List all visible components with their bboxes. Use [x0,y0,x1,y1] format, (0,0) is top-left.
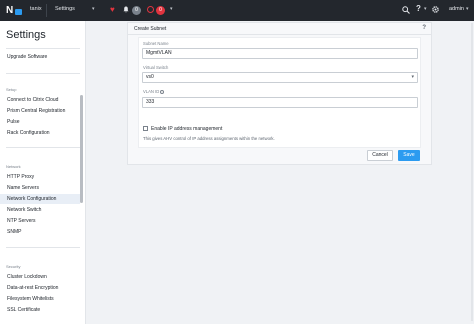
virtual-switch-label: Virtual Switch [143,65,169,70]
sidebar-item-pulse[interactable]: Pulse [0,117,80,127]
sidebar-divider [6,147,80,148]
vlan-id-label: VLAN ID [143,89,165,94]
nutanix-logo[interactable]: N [6,5,22,16]
sidebar-group-security: Security [6,264,21,269]
sidebar-divider [6,48,80,49]
gear-icon[interactable] [431,5,440,14]
save-button[interactable]: Save [398,150,420,161]
critical-count-badge[interactable]: 0 [156,6,165,15]
chevron-down-icon[interactable]: ▾ [424,6,427,12]
sidebar-item-snmp[interactable]: SNMP [0,227,80,237]
sidebar-item-ntp-servers[interactable]: NTP Servers [0,216,80,226]
cancel-button[interactable]: Cancel [367,150,393,161]
sidebar-item-prism-central-registration[interactable]: Prism Central Registration [0,106,80,116]
sidebar-item-network-configuration[interactable]: Network Configuration [0,194,80,204]
dialog-header: Create Subnet ? [128,23,431,35]
sidebar-item-filesystem-whitelists[interactable]: Filesystem Whitelists [0,294,80,304]
help-icon[interactable]: ? [416,4,421,13]
critical-alert-icon[interactable] [147,6,154,13]
dialog-footer: Cancel Save [128,148,431,164]
search-icon[interactable] [402,6,410,14]
topbar-divider [46,4,47,17]
sidebar-item-name-servers[interactable]: Name Servers [0,183,80,193]
sidebar-item-http-proxy[interactable]: HTTP Proxy [0,172,80,182]
sidebar-item-connect-citrix-cloud[interactable]: Connect to Citrix Cloud [0,95,80,105]
sidebar-group-setup: Setup [6,87,17,92]
chevron-down-icon[interactable]: ▾ [466,6,469,12]
main-scrollbar[interactable] [471,23,473,321]
info-icon[interactable] [160,89,165,94]
sidebar-item-rack-configuration[interactable]: Rack Configuration [0,128,80,138]
create-subnet-dialog: Create Subnet ? Subnet Name MgmtVLAN Vir… [127,22,432,165]
sidebar-scrollbar[interactable] [80,95,83,203]
chevron-down-icon: ▾ [411,74,414,80]
sidebar-item-ssl-certificate[interactable]: SSL Certificate [0,305,80,315]
top-navigation-bar: N tanix Settings ▾ ♥ 0 0 ▾ ? ▾ admin ▾ [0,0,474,21]
sidebar-item-upgrade-software[interactable]: Upgrade Software [0,52,80,62]
page-title: Settings [6,29,46,41]
chevron-down-icon[interactable]: ▾ [170,6,173,12]
vlan-id-input[interactable]: 333 [142,97,418,108]
sidebar-divider [6,247,80,248]
vlan-id-label-text: VLAN ID [143,89,160,94]
settings-sidebar: Settings Upgrade Software Setup Connect … [0,21,86,324]
cluster-name[interactable]: tanix [30,6,42,12]
dialog-body: Subnet Name MgmtVLAN Virtual Switch vs0 … [138,37,421,148]
subnet-name-label: Subnet Name [143,41,169,46]
sidebar-group-network: Network [6,164,21,169]
help-icon[interactable]: ? [422,25,426,31]
chevron-down-icon[interactable]: ▾ [92,6,95,12]
ipam-help-text: This gives AHV control of IP address ass… [143,136,275,141]
nav-menu-title[interactable]: Settings [55,6,75,12]
alerts-count-badge[interactable]: 0 [132,6,141,15]
sidebar-item-cluster-lockdown[interactable]: Cluster Lockdown [0,272,80,282]
health-heart-icon[interactable]: ♥ [110,5,115,15]
virtual-switch-value: vs0 [146,74,154,80]
virtual-switch-select[interactable]: vs0 ▾ [142,72,418,83]
bell-icon[interactable] [123,6,129,13]
enable-ipam-label[interactable]: Enable IP address management [151,126,222,132]
user-menu[interactable]: admin [449,6,464,12]
sidebar-item-network-switch[interactable]: Network Switch [0,205,80,215]
sidebar-divider [6,73,80,74]
enable-ipam-checkbox[interactable] [143,126,148,131]
sidebar-item-data-at-rest-encryption[interactable]: Data-at-rest Encryption [0,283,80,293]
subnet-name-input[interactable]: MgmtVLAN [142,48,418,59]
dialog-title: Create Subnet [134,26,167,32]
